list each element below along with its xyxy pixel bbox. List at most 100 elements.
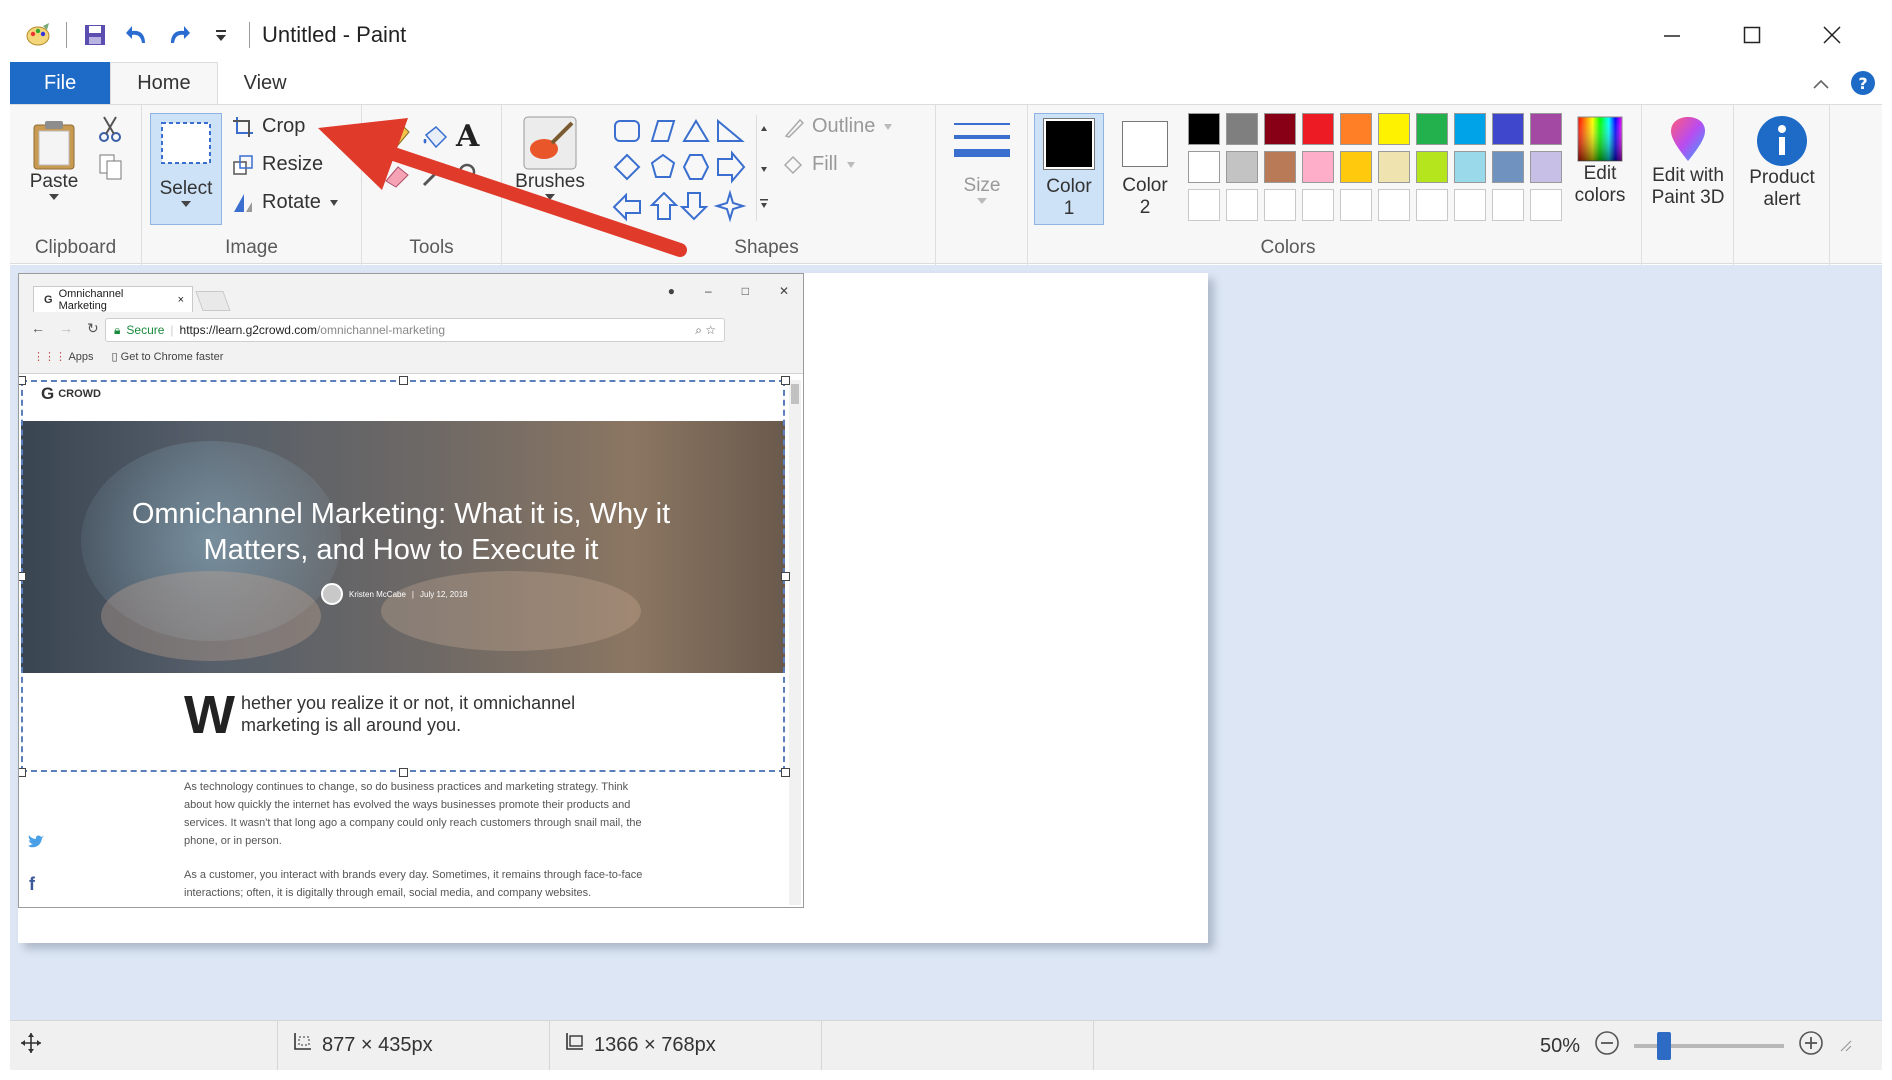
zoom-slider[interactable] — [1634, 1032, 1784, 1060]
color-swatch[interactable] — [1264, 113, 1296, 145]
brushes-dropdown-icon — [545, 194, 555, 200]
color-swatch[interactable] — [1302, 113, 1334, 145]
pencil-icon[interactable] — [384, 123, 412, 156]
zoom-slider-thumb[interactable] — [1657, 1032, 1671, 1060]
select-button[interactable]: Select — [150, 113, 222, 225]
url-actions-icon: ⌕ ☆ — [695, 322, 716, 337]
color2-button[interactable]: Color 2 — [1110, 113, 1180, 225]
zoom-in-icon[interactable] — [1798, 1030, 1824, 1062]
size-button[interactable]: Size — [942, 117, 1022, 205]
selection-handle[interactable] — [19, 572, 26, 581]
fill-icon — [783, 155, 803, 174]
tab-view[interactable]: View — [218, 62, 313, 104]
tab-file[interactable]: File — [10, 62, 111, 104]
outline-button[interactable]: Outline — [782, 115, 893, 138]
color-swatch[interactable] — [1378, 113, 1410, 145]
selection-handle[interactable] — [781, 572, 790, 581]
color-swatch[interactable] — [1378, 151, 1410, 183]
group-label-image: Image — [225, 237, 278, 258]
save-icon[interactable] — [81, 21, 109, 49]
color-swatch[interactable] — [1264, 151, 1296, 183]
color1-button[interactable]: Color 1 — [1034, 113, 1104, 225]
rotate-button[interactable]: Rotate — [232, 191, 339, 214]
magnifier-icon[interactable] — [456, 161, 484, 194]
fill-button[interactable]: Fill — [782, 153, 856, 176]
selection-rectangle[interactable] — [21, 380, 785, 772]
color-swatch[interactable] — [1416, 151, 1448, 183]
color-swatch[interactable] — [1454, 113, 1486, 145]
color2-label: Color — [1122, 175, 1168, 196]
qat-separator — [249, 22, 250, 48]
crop-button[interactable]: Crop — [232, 115, 305, 138]
undo-icon[interactable] — [123, 21, 151, 49]
canvas-workspace[interactable]: G Omnichannel Marketing × ● – □ ✕ ← → ↻ … — [10, 265, 1882, 1020]
customize-qat-icon[interactable] — [207, 21, 235, 49]
paint-app-icon[interactable] — [24, 21, 52, 49]
text-tool-icon[interactable]: A — [456, 119, 479, 154]
resize-grip-icon[interactable] — [1838, 1035, 1852, 1058]
zoom-level: 50% — [1539, 1034, 1580, 1057]
drawing-canvas[interactable]: G Omnichannel Marketing × ● – □ ✕ ← → ↻ … — [18, 273, 1208, 943]
custom-color-slot[interactable] — [1340, 189, 1372, 221]
color-swatch[interactable] — [1188, 113, 1220, 145]
product-alert-label-2: alert — [1763, 189, 1801, 210]
color-swatch[interactable] — [1530, 151, 1562, 183]
pasted-browser-screenshot[interactable]: G Omnichannel Marketing × ● – □ ✕ ← → ↻ … — [18, 273, 804, 908]
color-swatch[interactable] — [1302, 151, 1334, 183]
color-swatch[interactable] — [1340, 113, 1372, 145]
color-swatch[interactable] — [1454, 151, 1486, 183]
edit-colors-button[interactable]: Edit colors — [1560, 115, 1640, 207]
color-swatch[interactable] — [1226, 151, 1258, 183]
minimize-icon[interactable] — [1632, 10, 1712, 60]
select-dropdown-icon — [181, 201, 191, 207]
color-swatch[interactable] — [1492, 113, 1524, 145]
resize-button[interactable]: Resize — [232, 153, 323, 176]
color-swatch[interactable] — [1530, 113, 1562, 145]
help-icon[interactable]: ? — [1850, 70, 1876, 101]
shapes-gallery[interactable] — [612, 115, 752, 223]
edit-colors-icon — [1577, 116, 1623, 162]
apps-grid-icon: ⋮⋮⋮ — [33, 351, 66, 363]
selection-handle[interactable] — [19, 768, 26, 777]
selection-handle[interactable] — [399, 768, 408, 777]
color-swatch[interactable] — [1492, 151, 1524, 183]
color-swatch[interactable] — [1340, 151, 1372, 183]
product-alert-button[interactable]: Product alert — [1738, 115, 1826, 211]
selection-handle[interactable] — [781, 376, 790, 385]
color-swatch[interactable] — [1226, 113, 1258, 145]
selection-handle[interactable] — [19, 376, 26, 385]
cut-icon[interactable] — [98, 115, 122, 148]
brushes-button[interactable]: Brushes — [506, 115, 594, 201]
color-swatch[interactable] — [1188, 151, 1220, 183]
tab-home[interactable]: Home — [110, 62, 218, 104]
zoom-out-icon[interactable] — [1594, 1030, 1620, 1062]
page-icon: ▯ — [111, 351, 118, 363]
custom-color-slot[interactable] — [1530, 189, 1562, 221]
selection-handle[interactable] — [781, 768, 790, 777]
custom-color-slot[interactable] — [1302, 189, 1334, 221]
custom-color-slot[interactable] — [1188, 189, 1220, 221]
color-picker-icon[interactable] — [420, 161, 448, 194]
custom-color-slot[interactable] — [1378, 189, 1410, 221]
selection-handle[interactable] — [399, 376, 408, 385]
custom-color-slot[interactable] — [1226, 189, 1258, 221]
custom-color-slot[interactable] — [1492, 189, 1524, 221]
redo-icon[interactable] — [165, 21, 193, 49]
shapes-scroll[interactable] — [756, 115, 770, 221]
close-icon[interactable] — [1792, 10, 1872, 60]
rotate-icon — [234, 193, 252, 212]
custom-color-slot[interactable] — [1416, 189, 1448, 221]
fill-bucket-icon[interactable] — [420, 123, 448, 156]
paste-button[interactable]: Paste — [24, 119, 84, 201]
custom-color-slot[interactable] — [1264, 189, 1296, 221]
rotate-label: Rotate — [262, 191, 321, 213]
edit-with-paint3d-button[interactable]: Edit with Paint 3D — [1644, 115, 1732, 209]
eraser-icon[interactable] — [382, 163, 412, 194]
maximize-icon[interactable] — [1712, 10, 1792, 60]
group-paint3d: Edit with Paint 3D — [1642, 105, 1734, 265]
custom-color-slot[interactable] — [1454, 189, 1486, 221]
status-image-cell: 1366 × 768px — [550, 1021, 822, 1070]
color-swatch[interactable] — [1416, 113, 1448, 145]
copy-icon[interactable] — [98, 153, 124, 186]
collapse-ribbon-icon[interactable] — [1812, 77, 1830, 95]
